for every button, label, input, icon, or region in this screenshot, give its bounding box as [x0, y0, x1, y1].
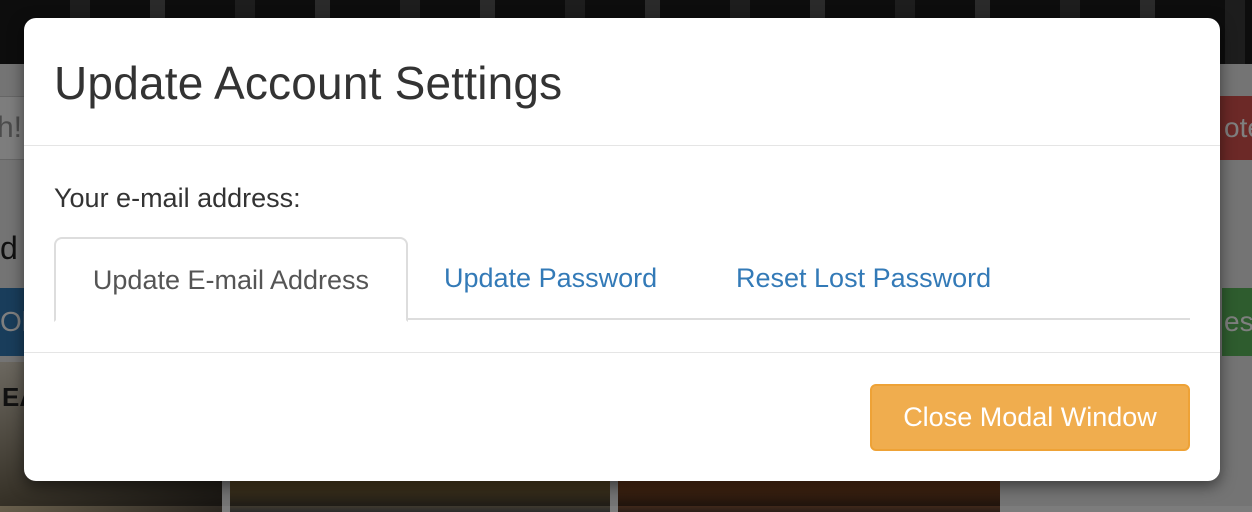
tab-update-password[interactable]: Update Password: [444, 237, 657, 320]
settings-tabs: Update E-mail Address Update Password Re…: [54, 237, 1190, 322]
tab-reset-lost-password[interactable]: Reset Lost Password: [736, 237, 991, 320]
modal-header: Update Account Settings: [24, 18, 1220, 146]
close-modal-button[interactable]: Close Modal Window: [870, 384, 1190, 451]
modal-body: Your e-mail address: Update E-mail Addre…: [24, 147, 1220, 353]
email-address-label: Your e-mail address:: [54, 183, 301, 213]
modal-footer: Close Modal Window: [24, 352, 1220, 481]
modal-title: Update Account Settings: [54, 57, 563, 109]
tab-update-email[interactable]: Update E-mail Address: [54, 237, 408, 322]
account-settings-modal: Update Account Settings Your e-mail addr…: [24, 18, 1220, 481]
